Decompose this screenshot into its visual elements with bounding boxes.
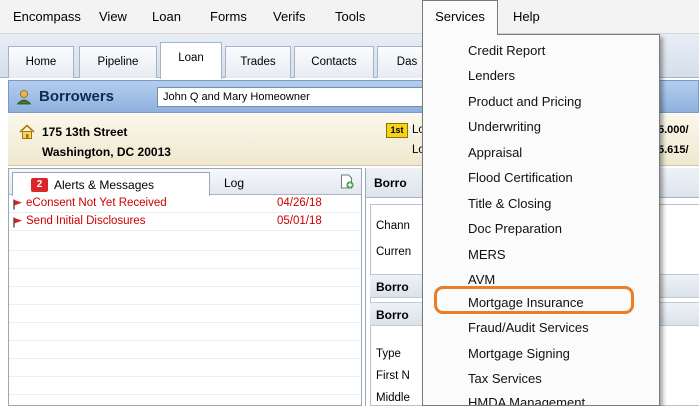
menu-item-mers[interactable]: MERS xyxy=(468,247,506,262)
menu-loan[interactable]: Loan xyxy=(149,0,184,34)
grid-line xyxy=(9,250,361,251)
borrower-person-icon xyxy=(16,90,32,105)
menu-item-fraud-audit[interactable]: Fraud/Audit Services xyxy=(468,320,589,335)
borrower-info-title: Borro xyxy=(374,176,407,190)
current-label: Curren xyxy=(376,246,412,258)
menu-item-title-closing[interactable]: Title & Closing xyxy=(468,196,551,211)
type-label: Type xyxy=(376,348,401,360)
add-document-icon[interactable] xyxy=(340,174,354,189)
menu-item-appraisal[interactable]: Appraisal xyxy=(468,145,522,160)
grid-line xyxy=(9,358,361,359)
grid-line xyxy=(9,340,361,341)
borrowers-title: Borrowers xyxy=(39,88,115,105)
section-title: Borro xyxy=(376,280,409,294)
alert-text: eConsent Not Yet Received xyxy=(26,197,167,209)
channel-label: Chann xyxy=(376,220,410,232)
section-title: Borro xyxy=(376,308,409,322)
tab-loan[interactable]: Loan xyxy=(160,42,222,79)
tab-home[interactable]: Home xyxy=(8,46,74,78)
alert-row-disclosures[interactable]: Send Initial Disclosures 05/01/18 xyxy=(9,214,361,231)
menu-tools[interactable]: Tools xyxy=(332,0,368,34)
home-icon xyxy=(19,124,35,139)
menu-item-product-pricing[interactable]: Product and Pricing xyxy=(468,94,581,109)
alerts-count-badge: 2 xyxy=(31,178,48,192)
alert-row-econsent[interactable]: eConsent Not Yet Received 04/26/18 xyxy=(9,196,361,213)
menu-item-doc-preparation[interactable]: Doc Preparation xyxy=(468,221,562,236)
loan-value-2: 5.615/ xyxy=(658,144,689,156)
alerts-panel: 2 Alerts & Messages Log eConsent Not Yet… xyxy=(8,168,362,406)
menu-item-avm[interactable]: AVM xyxy=(468,272,495,287)
tab-alerts-messages[interactable]: 2 Alerts & Messages xyxy=(12,172,210,196)
alert-text: Send Initial Disclosures xyxy=(26,215,146,227)
grid-line xyxy=(9,268,361,269)
address-street: 175 13th Street xyxy=(42,125,128,139)
menu-forms[interactable]: Forms xyxy=(207,0,250,34)
grid-line xyxy=(9,322,361,323)
tab-contacts[interactable]: Contacts xyxy=(294,46,374,78)
mortgage-insurance-highlight xyxy=(434,286,634,314)
menu-item-tax-services[interactable]: Tax Services xyxy=(468,371,542,386)
menu-encompass[interactable]: Encompass xyxy=(10,0,84,34)
grid-line xyxy=(9,304,361,305)
menu-services[interactable]: Services xyxy=(422,0,498,35)
menu-view[interactable]: View xyxy=(96,0,130,34)
grid-line xyxy=(9,286,361,287)
menu-item-underwriting[interactable]: Underwriting xyxy=(468,119,541,134)
alerts-tab-label: Alerts & Messages xyxy=(54,178,155,192)
loan-value-1: 5.000/ xyxy=(658,124,689,136)
address-city: Washington, DC 20013 xyxy=(42,145,171,159)
tab-pipeline[interactable]: Pipeline xyxy=(79,46,157,78)
menu-verifs[interactable]: Verifs xyxy=(270,0,309,34)
alert-date: 05/01/18 xyxy=(277,215,322,227)
services-dropdown-menu: Credit Report Lenders Product and Pricin… xyxy=(422,34,660,406)
menu-item-flood-certification[interactable]: Flood Certification xyxy=(468,170,573,185)
menu-item-mortgage-signing[interactable]: Mortgage Signing xyxy=(468,346,570,361)
grid-line xyxy=(9,394,361,395)
alerts-panel-header: 2 Alerts & Messages Log xyxy=(9,169,361,196)
first-lien-badge: 1st xyxy=(386,123,408,138)
first-name-label: First N xyxy=(376,370,410,382)
menu-item-credit-report[interactable]: Credit Report xyxy=(468,43,545,58)
middle-name-label: Middle xyxy=(376,392,410,404)
menu-bar: Encompass View Loan Forms Verifs Tools S… xyxy=(0,0,699,35)
menu-item-lenders[interactable]: Lenders xyxy=(468,68,515,83)
borrower-pair-select[interactable]: John Q and Mary Homeowner xyxy=(157,87,427,107)
alert-date: 04/26/18 xyxy=(277,197,322,209)
tab-log[interactable]: Log xyxy=(224,176,244,190)
red-flag-icon xyxy=(13,199,22,210)
red-flag-icon xyxy=(13,217,22,228)
tab-trades[interactable]: Trades xyxy=(225,46,291,78)
menu-help[interactable]: Help xyxy=(510,0,543,34)
grid-line xyxy=(9,376,361,377)
menu-item-hmda-management[interactable]: HMDA Management xyxy=(468,395,585,405)
